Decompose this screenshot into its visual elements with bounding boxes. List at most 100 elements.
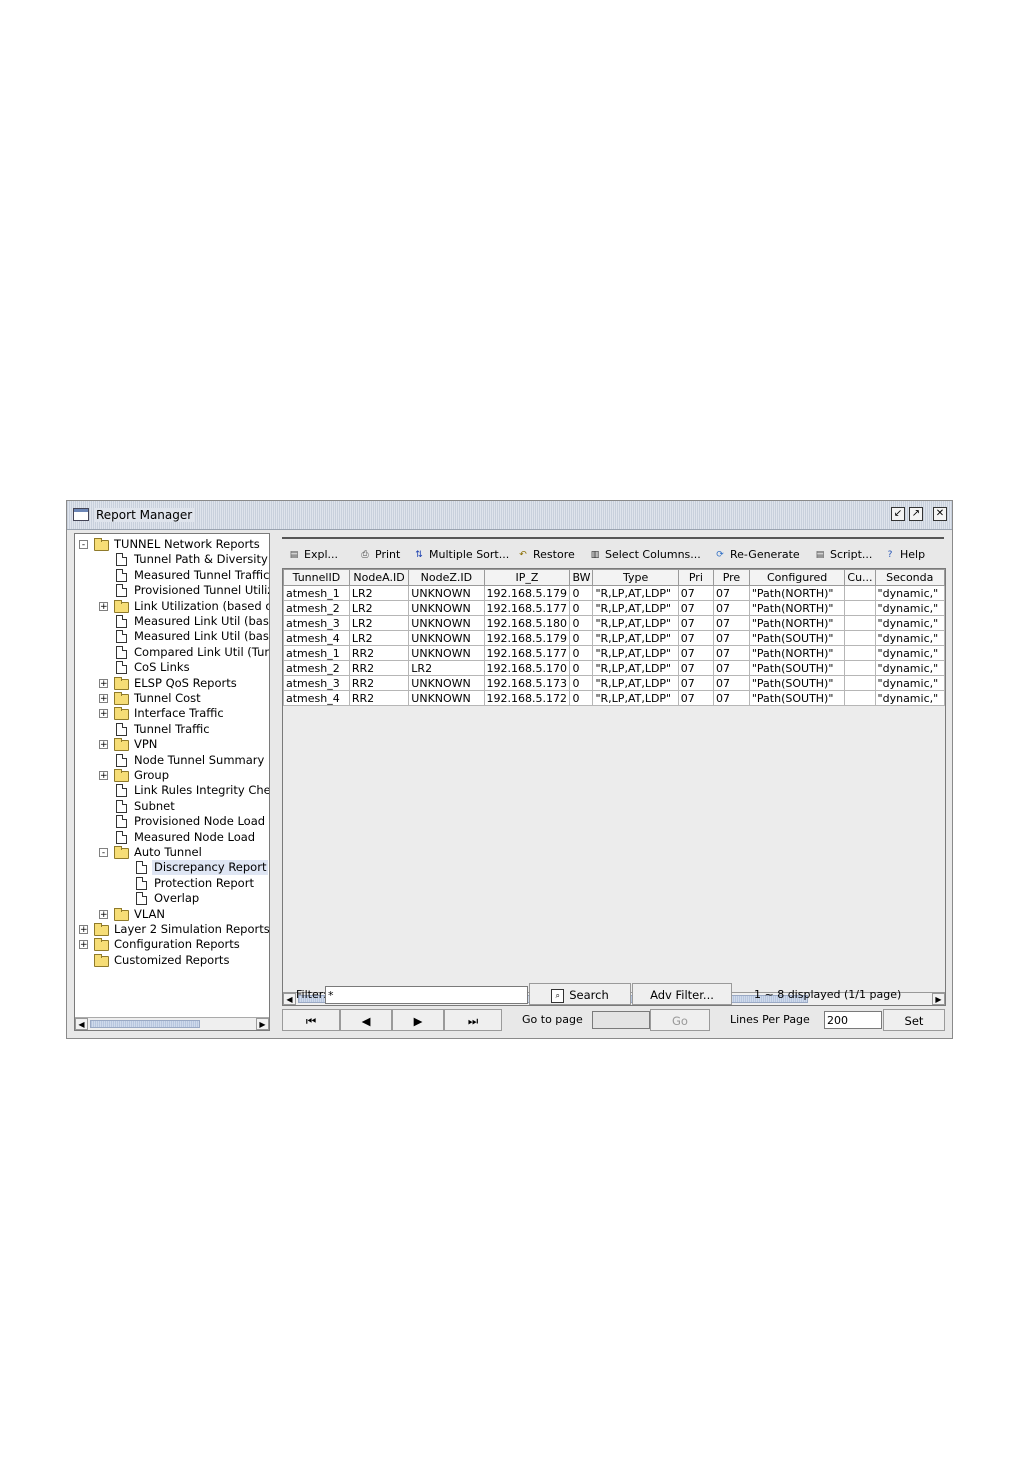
expand-icon[interactable]: + bbox=[99, 709, 108, 719]
tree-item[interactable]: Customized Reports bbox=[75, 953, 269, 968]
toolbar-columns-button[interactable]: ▥ Select Columns... bbox=[589, 547, 701, 563]
table-cell: 0 bbox=[569, 690, 594, 706]
tree-item[interactable]: + VPN bbox=[75, 737, 269, 752]
close-icon[interactable]: ✕ bbox=[933, 507, 947, 521]
toolbar-document-button[interactable]: ▤ Expl... bbox=[288, 547, 338, 563]
tree-horizontal-scrollbar[interactable]: ◀ ▶ bbox=[75, 1017, 269, 1030]
adv-filter-button[interactable]: Adv Filter... bbox=[632, 983, 732, 1005]
maximize-icon[interactable]: ↗ bbox=[909, 507, 923, 521]
next-page-button[interactable]: ▶ bbox=[392, 1009, 444, 1031]
table-row[interactable]: atmesh_1 LR2 UNKNOWN 192.168.5.179 0 "R,LP,AT… bbox=[283, 585, 945, 601]
tree-item[interactable]: + ELSP QoS Reports bbox=[75, 676, 269, 691]
first-page-button[interactable]: ⏮ bbox=[282, 1009, 340, 1031]
toolbar-restore-button[interactable]: ↶ Restore bbox=[517, 547, 575, 563]
table-row[interactable]: atmesh_3 LR2 UNKNOWN 192.168.5.180 0 "R,LP,AT… bbox=[283, 615, 945, 631]
tree-item-label: Overlap bbox=[154, 891, 200, 906]
tree-item[interactable]: Measured Tunnel Traffic bbox=[75, 568, 269, 583]
table-row[interactable]: atmesh_4 RR2 UNKNOWN 192.168.5.172 0 "R,LP,AT… bbox=[283, 690, 945, 706]
column-header[interactable]: Type bbox=[592, 569, 679, 586]
tree-item[interactable]: Subnet bbox=[75, 799, 269, 814]
column-header[interactable]: Seconda bbox=[874, 569, 945, 586]
tree-item[interactable]: Node Tunnel Summary bbox=[75, 753, 269, 768]
table-cell: 07 bbox=[677, 675, 715, 691]
set-button[interactable]: Set bbox=[883, 1009, 945, 1031]
table-row[interactable]: atmesh_4 LR2 UNKNOWN 192.168.5.179 0 "R,LP,AT… bbox=[283, 630, 945, 646]
tree-item[interactable]: + Group bbox=[75, 768, 269, 783]
tree-item-label: Tunnel Cost bbox=[134, 691, 201, 705]
tree-item[interactable]: Provisioned Node Load bbox=[75, 814, 269, 829]
search-button[interactable]: ⌕ Search bbox=[529, 983, 631, 1005]
toolbar-refresh-button[interactable]: ⟳ Re-Generate bbox=[714, 547, 799, 563]
previous-page-button[interactable]: ◀ bbox=[340, 1009, 392, 1031]
column-header[interactable]: Pre bbox=[713, 569, 750, 586]
table-scroll-right-icon[interactable]: ▶ bbox=[932, 993, 945, 1005]
column-header[interactable]: Pri bbox=[677, 569, 715, 586]
tree-item[interactable]: Provisioned Tunnel Utiliza bbox=[75, 583, 269, 598]
tree-item[interactable]: Overlap bbox=[75, 891, 269, 906]
column-header[interactable]: Cu... bbox=[844, 569, 876, 586]
tree-item[interactable]: Tunnel Path & Diversity bbox=[75, 552, 269, 567]
column-header[interactable]: NodeZ.ID bbox=[408, 569, 485, 586]
expand-icon[interactable]: + bbox=[99, 601, 108, 611]
table-scroll-left-icon[interactable]: ◀ bbox=[283, 993, 296, 1005]
tree-item[interactable]: - Auto Tunnel bbox=[75, 845, 269, 860]
table-cell: 07 bbox=[713, 675, 750, 691]
expand-icon[interactable]: + bbox=[99, 678, 108, 688]
table-cell: 0 bbox=[569, 600, 594, 616]
lines-per-page-input[interactable] bbox=[824, 1011, 882, 1029]
expand-icon[interactable]: + bbox=[99, 909, 108, 919]
tree-item[interactable]: Measured Link Util (based bbox=[75, 629, 269, 644]
tree-item[interactable]: Discrepancy Report bbox=[75, 860, 269, 876]
expand-icon[interactable]: + bbox=[79, 925, 88, 935]
toolbar-help-button[interactable]: ? Help bbox=[884, 547, 925, 563]
scroll-right-icon[interactable]: ▶ bbox=[256, 1018, 269, 1030]
collapse-icon[interactable]: - bbox=[99, 848, 108, 858]
toolbar-sort-button[interactable]: ⇅ Multiple Sort... bbox=[413, 547, 509, 563]
tree-item[interactable]: Measured Node Load bbox=[75, 830, 269, 845]
search-icon: ⌕ bbox=[551, 988, 565, 1003]
minimize-icon[interactable]: ↙ bbox=[891, 507, 905, 521]
tree-item[interactable]: + Interface Traffic bbox=[75, 706, 269, 721]
tree-item-label: Provisioned Node Load bbox=[134, 814, 266, 829]
toolbar-script-button[interactable]: ▤ Script... bbox=[814, 547, 873, 563]
goto-page-input[interactable] bbox=[592, 1011, 650, 1029]
tree-item[interactable]: Protection Report bbox=[75, 876, 269, 891]
title-bar[interactable]: Report Manager ↙ ↗ ✕ bbox=[67, 501, 952, 530]
toolbar-printer-button[interactable]: ⎙ Print bbox=[359, 547, 400, 563]
go-button[interactable]: Go bbox=[650, 1009, 710, 1031]
tree-item[interactable]: Measured Link Util (based bbox=[75, 614, 269, 629]
column-header[interactable]: TunnelID bbox=[283, 569, 350, 586]
tree-item[interactable]: + Configuration Reports bbox=[75, 937, 269, 952]
folder-icon bbox=[94, 923, 109, 936]
column-header[interactable]: Configured bbox=[748, 569, 846, 586]
last-page-button[interactable]: ⏭ bbox=[444, 1009, 502, 1031]
tree-scroll-thumb[interactable] bbox=[90, 1020, 200, 1028]
table-cell: atmesh_1 bbox=[283, 645, 350, 661]
collapse-icon[interactable]: - bbox=[79, 540, 88, 550]
column-header[interactable]: IP_Z bbox=[483, 569, 571, 586]
table-cell: 0 bbox=[569, 660, 594, 676]
expand-icon[interactable]: + bbox=[79, 940, 88, 950]
scroll-left-icon[interactable]: ◀ bbox=[75, 1018, 88, 1030]
table-row[interactable]: atmesh_1 RR2 UNKNOWN 192.168.5.177 0 "R,LP,AT… bbox=[283, 645, 945, 661]
table-row[interactable]: atmesh_3 RR2 UNKNOWN 192.168.5.173 0 "R,LP,AT… bbox=[283, 675, 945, 691]
expand-icon[interactable]: + bbox=[99, 771, 108, 781]
column-header[interactable]: BW bbox=[569, 569, 594, 586]
tree-item[interactable]: + Tunnel Cost bbox=[75, 691, 269, 706]
table-row[interactable]: atmesh_2 RR2 LR2 192.168.5.170 0 "R,LP,AT,LDP… bbox=[283, 660, 945, 676]
tree-item[interactable]: CoS Links bbox=[75, 660, 269, 675]
tree-item[interactable]: Tunnel Traffic bbox=[75, 722, 269, 737]
tree-item[interactable]: + VLAN bbox=[75, 907, 269, 922]
refresh-icon: ⟳ bbox=[716, 550, 724, 560]
tree-item[interactable]: Compared Link Util (Tunn bbox=[75, 645, 269, 660]
tree-item[interactable]: + Layer 2 Simulation Reports bbox=[75, 922, 269, 937]
filter-input[interactable] bbox=[325, 986, 528, 1004]
tree-item[interactable]: Link Rules Integrity Check bbox=[75, 783, 269, 798]
expand-icon[interactable]: + bbox=[99, 694, 108, 704]
expand-icon[interactable]: + bbox=[99, 740, 108, 750]
tree-item[interactable]: - TUNNEL Network Reports bbox=[75, 537, 269, 552]
tree-item[interactable]: + Link Utilization (based on bbox=[75, 599, 269, 614]
table-row[interactable]: atmesh_2 LR2 UNKNOWN 192.168.5.177 0 "R,LP,AT… bbox=[283, 600, 945, 616]
table-cell: 0 bbox=[569, 630, 594, 646]
column-header[interactable]: NodeA.ID bbox=[348, 569, 410, 586]
